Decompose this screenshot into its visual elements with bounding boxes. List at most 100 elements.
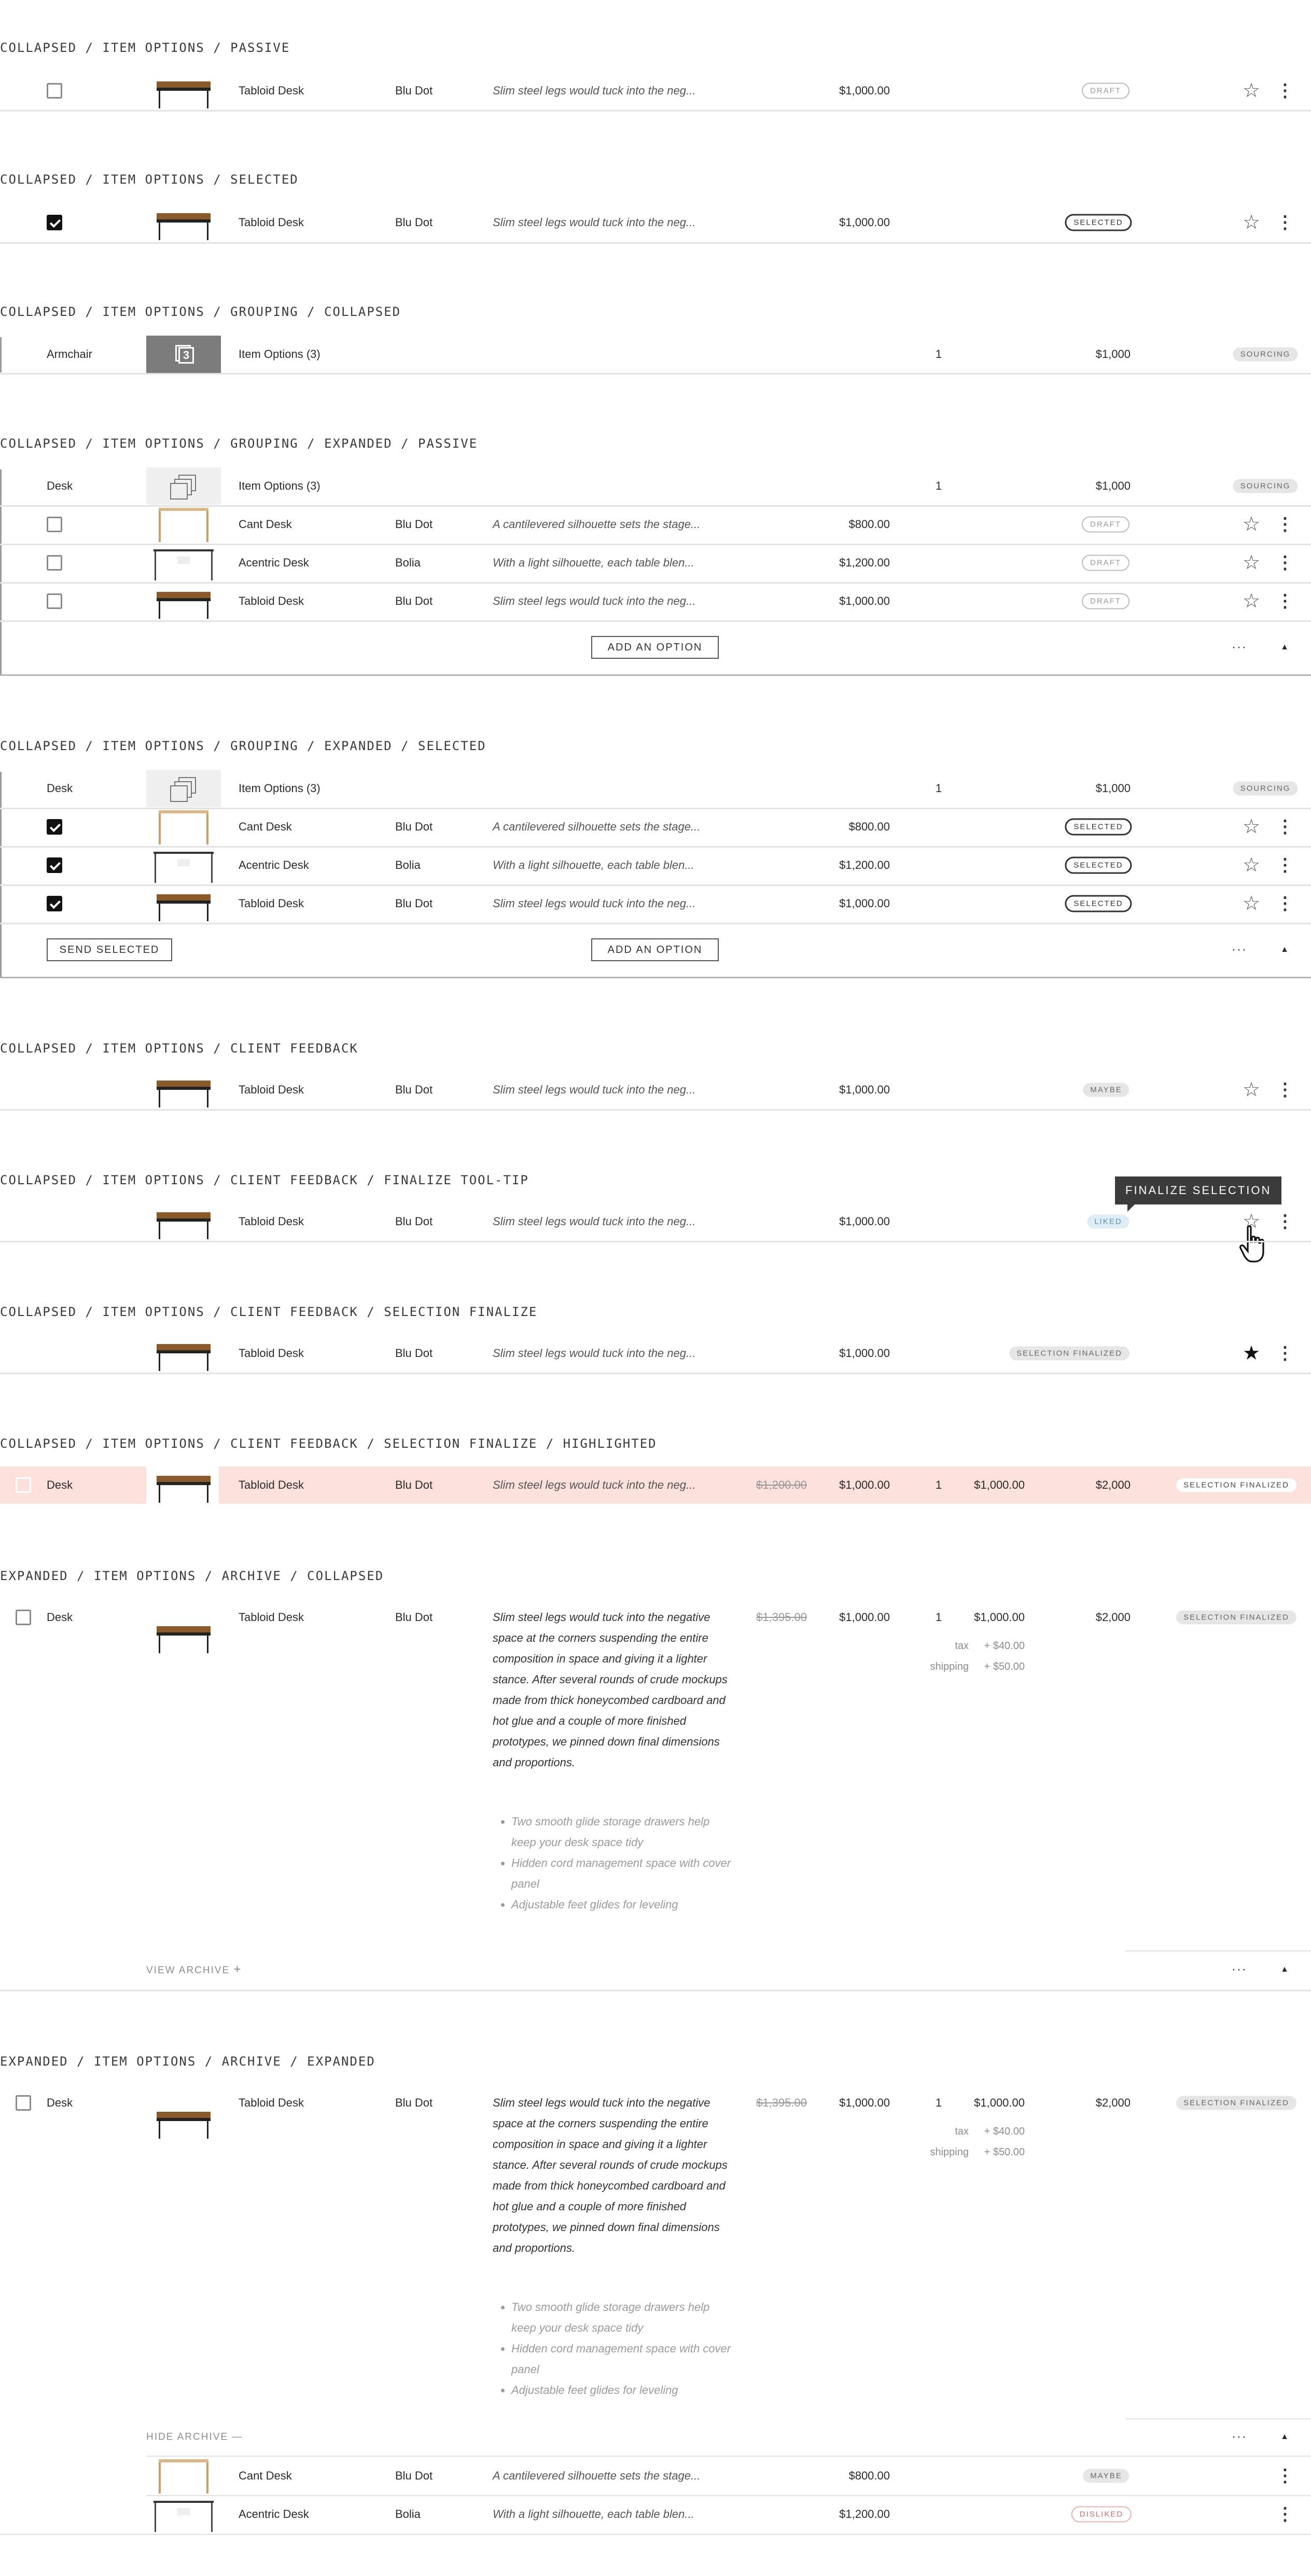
quantity: 1 — [935, 1611, 942, 1624]
kebab-menu-icon[interactable]: ⋮ — [1276, 818, 1294, 836]
kebab-menu-icon[interactable]: ⋮ — [1276, 1213, 1294, 1230]
star-icon[interactable]: ☆ — [1243, 1080, 1260, 1100]
group-label[interactable]: Item Options (3) — [239, 783, 320, 794]
status-badge: SOURCING — [1233, 347, 1298, 362]
collapse-caret-icon[interactable]: ▲ — [1280, 1965, 1289, 1974]
status-badge: SELECTION FINALIZED — [1176, 2096, 1296, 2110]
row-category: Desk — [47, 2096, 73, 2109]
product-name[interactable]: Tabloid Desk — [239, 898, 304, 909]
price: $800.00 — [848, 2469, 890, 2482]
star-icon[interactable]: ☆ — [1243, 553, 1260, 573]
kebab-menu-icon[interactable]: ⋮ — [1276, 1345, 1294, 1362]
vendor-name: Blu Dot — [395, 84, 433, 97]
product-name[interactable]: Tabloid Desk — [239, 595, 304, 607]
group-category[interactable]: Armchair — [47, 349, 92, 360]
star-filled-icon[interactable]: ★ — [1243, 1344, 1260, 1363]
product-name[interactable]: Cant Desk — [239, 821, 292, 833]
section-title: EXPANDED / ITEM OPTIONS / ARCHIVE / EXPA… — [0, 2054, 375, 2069]
product-name[interactable]: Acentric Desk — [239, 2509, 309, 2520]
row-checkbox[interactable] — [16, 1610, 31, 1625]
vendor-name: Blu Dot — [395, 1611, 433, 1624]
kebab-menu-icon[interactable]: ⋮ — [1276, 2505, 1294, 2523]
kebab-menu-icon[interactable]: ⋮ — [1276, 895, 1294, 912]
options-stack-icon[interactable]: 3 — [146, 336, 221, 373]
product-name[interactable]: Cant Desk — [239, 519, 292, 530]
more-options-icon[interactable]: ··· — [1232, 1963, 1247, 1976]
product-name[interactable]: Tabloid Desk — [239, 1084, 304, 1096]
feature-item: Hidden cord management space with cover … — [511, 1853, 731, 1894]
star-icon[interactable]: ☆ — [1243, 894, 1260, 913]
more-options-icon[interactable]: ··· — [1232, 944, 1247, 956]
kebab-menu-icon[interactable]: ⋮ — [1276, 1081, 1294, 1099]
row-checkbox-checked[interactable] — [47, 819, 62, 835]
kebab-menu-icon[interactable]: ⋮ — [1276, 592, 1294, 610]
status-badge: DRAFT — [1082, 555, 1129, 571]
original-price: $1,395.00 — [756, 2096, 807, 2109]
collapse-caret-icon[interactable]: ▲ — [1280, 2433, 1289, 2441]
kebab-menu-icon[interactable]: ⋮ — [1276, 2467, 1294, 2485]
view-archive-link[interactable]: VIEW ARCHIVE + — [146, 1963, 242, 1976]
hide-archive-link[interactable]: HIDE ARCHIVE — — [146, 2432, 243, 2442]
collapse-caret-icon[interactable]: ▲ — [1280, 643, 1289, 652]
group-label[interactable]: Item Options (3) — [239, 480, 320, 492]
group-label[interactable]: Item Options (3) — [239, 349, 320, 360]
product-name[interactable]: Acentric Desk — [239, 557, 309, 569]
star-icon[interactable]: ☆ — [1243, 817, 1260, 837]
plus-icon: + — [233, 1962, 242, 1976]
row-checkbox[interactable] — [47, 83, 62, 99]
vendor-name: Blu Dot — [395, 518, 433, 531]
product-name[interactable]: Cant Desk — [239, 2470, 292, 2482]
row-checkbox[interactable] — [47, 555, 62, 571]
product-description: Slim steel legs would tuck into the neg.… — [493, 1215, 696, 1228]
kebab-menu-icon[interactable]: ⋮ — [1276, 214, 1294, 231]
star-icon[interactable]: ☆ — [1243, 81, 1260, 101]
product-name[interactable]: Tabloid Desk — [239, 1348, 304, 1359]
product-description: A cantilevered silhouette sets the stage… — [493, 2469, 701, 2482]
kebab-menu-icon[interactable]: ⋮ — [1276, 554, 1294, 572]
add-option-button[interactable]: ADD AN OPTION — [591, 636, 719, 659]
product-name[interactable]: Tabloid Desk — [239, 1216, 304, 1227]
star-icon[interactable]: ☆ — [1243, 591, 1260, 611]
product-name[interactable]: Tabloid Desk — [239, 217, 304, 228]
row-checkbox[interactable] — [47, 517, 62, 532]
row-checkbox[interactable] — [16, 1477, 31, 1493]
section-title: COLLAPSED / ITEM OPTIONS / CLIENT FEEDBA… — [0, 1173, 529, 1187]
product-name[interactable]: Tabloid Desk — [239, 85, 304, 96]
send-selected-button[interactable]: SEND SELECTED — [47, 938, 172, 961]
group-category[interactable]: Desk — [47, 783, 73, 794]
kebab-menu-icon[interactable]: ⋮ — [1276, 856, 1294, 874]
vendor-name: Bolia — [395, 2508, 421, 2520]
star-icon[interactable]: ☆ — [1243, 213, 1260, 232]
options-stack-icon[interactable] — [146, 770, 221, 807]
product-name[interactable]: Tabloid Desk — [239, 2097, 304, 2109]
row-checkbox-checked[interactable] — [47, 215, 62, 230]
acentric-desk-thumbnail — [154, 852, 214, 883]
kebab-menu-icon[interactable]: ⋮ — [1276, 82, 1294, 100]
status-badge: DRAFT — [1082, 593, 1129, 610]
tabloid-desk-thumbnail — [157, 213, 211, 240]
product-name[interactable]: Acentric Desk — [239, 860, 309, 871]
section-title: COLLAPSED / ITEM OPTIONS / GROUPING / EX… — [0, 739, 486, 753]
row-checkbox[interactable] — [47, 593, 62, 609]
cant-desk-thumbnail — [159, 810, 208, 844]
product-name[interactable]: Tabloid Desk — [239, 1612, 304, 1623]
more-options-icon[interactable]: ··· — [1232, 641, 1247, 654]
collapse-caret-icon[interactable]: ▲ — [1280, 946, 1289, 954]
kebab-menu-icon[interactable]: ⋮ — [1276, 516, 1294, 533]
price: $1,000.00 — [839, 897, 890, 910]
star-icon[interactable]: ☆ — [1243, 855, 1260, 875]
options-stack-icon[interactable] — [146, 467, 221, 505]
group-category[interactable]: Desk — [47, 480, 73, 492]
vendor-name: Blu Dot — [395, 216, 433, 229]
tax-label: tax — [955, 2126, 969, 2137]
feature-item: Two smooth glide storage drawers help ke… — [511, 1811, 731, 1853]
row-checkbox[interactable] — [16, 2095, 31, 2111]
original-price: $1,395.00 — [756, 1611, 807, 1624]
shipping-amount: + $50.00 — [984, 2146, 1025, 2158]
more-options-icon[interactable]: ··· — [1232, 2431, 1247, 2443]
add-option-button[interactable]: ADD AN OPTION — [591, 938, 719, 961]
row-checkbox-checked[interactable] — [47, 896, 62, 911]
row-checkbox-checked[interactable] — [47, 857, 62, 873]
product-name[interactable]: Tabloid Desk — [239, 1479, 304, 1491]
star-icon[interactable]: ☆ — [1243, 515, 1260, 534]
